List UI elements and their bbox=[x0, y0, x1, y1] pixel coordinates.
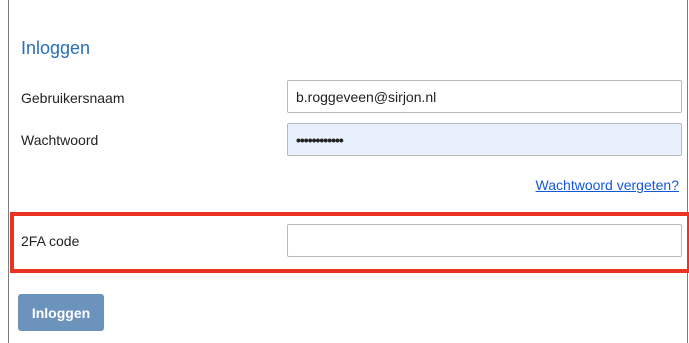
login-panel: Inloggen Gebruikersnaam b.roggeveen@sirj… bbox=[8, 0, 689, 343]
username-value: b.roggeveen@sirjon.nl bbox=[296, 88, 437, 105]
password-label: Wachtwoord bbox=[21, 132, 99, 148]
login-button[interactable]: Inloggen bbox=[18, 294, 104, 331]
twofa-code-field[interactable] bbox=[287, 224, 682, 257]
forgot-password-link[interactable]: Wachtwoord vergeten? bbox=[536, 177, 679, 193]
password-field[interactable]: •••••••••••• bbox=[287, 123, 682, 156]
twofa-label: 2FA code bbox=[21, 233, 80, 249]
login-title: Inloggen bbox=[21, 38, 91, 58]
username-label: Gebruikersnaam bbox=[21, 90, 125, 106]
password-masked-value: •••••••••••• bbox=[296, 131, 344, 148]
username-field[interactable]: b.roggeveen@sirjon.nl bbox=[287, 80, 682, 113]
